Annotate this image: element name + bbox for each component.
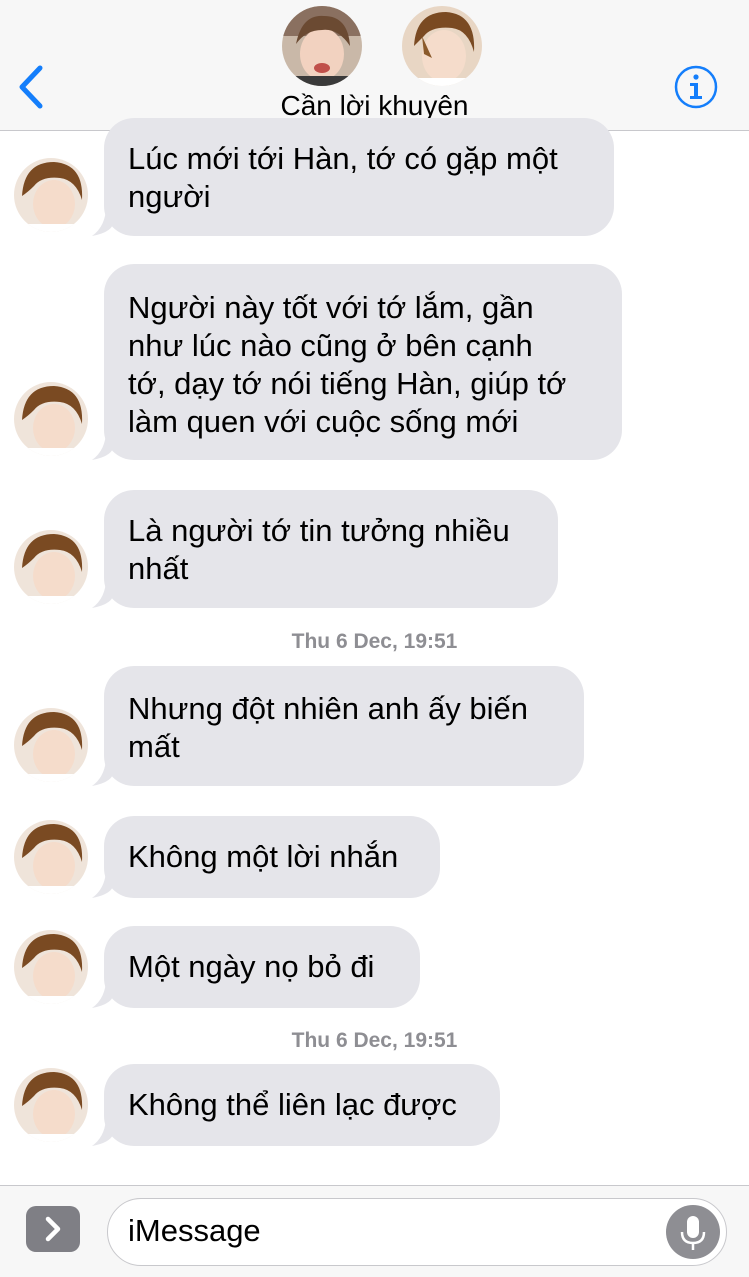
group-member-avatar[interactable] <box>402 6 482 86</box>
message-bubble[interactable]: Nhưng đột nhiên anh ấy biến mất <box>104 666 584 786</box>
message-bubble[interactable]: Là người tớ tin tưởng nhiều nhất <box>104 490 558 608</box>
sender-avatar[interactable] <box>14 820 88 894</box>
microphone-button[interactable] <box>666 1205 720 1259</box>
bubble-tail <box>92 430 114 460</box>
message-line: Nhưng đột nhiên anh ấy biến <box>128 691 528 726</box>
bubble-tail <box>92 868 114 898</box>
message-bubble[interactable]: Không thể liên lạc được <box>104 1064 500 1146</box>
bubble-tail <box>92 578 114 608</box>
message-line: mất <box>128 729 180 764</box>
message-line: như lúc nào cũng ở bên cạnh <box>128 328 533 363</box>
message-input[interactable]: iMessage <box>107 1198 727 1266</box>
message-bubble[interactable]: Một ngày nọ bỏ đi <box>104 926 420 1008</box>
apps-button[interactable] <box>26 1206 80 1252</box>
message-line: Người này tốt với tớ lắm, gần <box>128 290 534 325</box>
message-bubble[interactable]: Lúc mới tới Hàn, tớ có gặp một người <box>104 118 614 236</box>
sender-avatar[interactable] <box>14 382 88 456</box>
message-line: tớ, dạy tớ nói tiếng Hàn, giúp tớ <box>128 366 567 401</box>
compose-bar: iMessage <box>0 1185 749 1277</box>
microphone-icon <box>680 1216 706 1250</box>
message-input-placeholder: iMessage <box>128 1213 261 1248</box>
info-icon[interactable] <box>673 64 719 110</box>
message-bubble[interactable]: Người này tốt với tớ lắm, gần như lúc nà… <box>104 264 622 460</box>
bubble-tail <box>92 1116 114 1146</box>
conversation-header: Cần lời khuyên <box>0 0 749 131</box>
bubble-tail <box>92 756 114 786</box>
message-line: Là người tớ tin tưởng nhiều <box>128 513 510 548</box>
message-line: Một ngày nọ bỏ đi <box>128 949 375 984</box>
group-member-avatar[interactable] <box>282 6 362 86</box>
message-line: Lúc mới tới Hàn, tớ có gặp một <box>128 141 558 176</box>
message-bubble[interactable]: Không một lời nhắn <box>104 816 440 898</box>
message-line: Không một lời nhắn <box>128 839 399 874</box>
sender-avatar[interactable] <box>14 530 88 604</box>
message-line: Không thể liên lạc được <box>128 1087 457 1122</box>
message-line: nhất <box>128 551 189 586</box>
sender-avatar[interactable] <box>14 930 88 1004</box>
bubble-tail <box>92 206 114 236</box>
timestamp: Thu 6 Dec, 19:51 <box>291 1029 458 1052</box>
message-line: làm quen với cuộc sống mới <box>128 404 519 439</box>
sender-avatar[interactable] <box>14 708 88 782</box>
chevron-right-icon <box>45 1216 61 1242</box>
message-line: người <box>128 179 211 214</box>
timestamp: Thu 6 Dec, 19:51 <box>291 630 458 653</box>
sender-avatar[interactable] <box>14 1068 88 1142</box>
sender-avatar[interactable] <box>14 158 88 232</box>
bubble-tail <box>92 978 114 1008</box>
